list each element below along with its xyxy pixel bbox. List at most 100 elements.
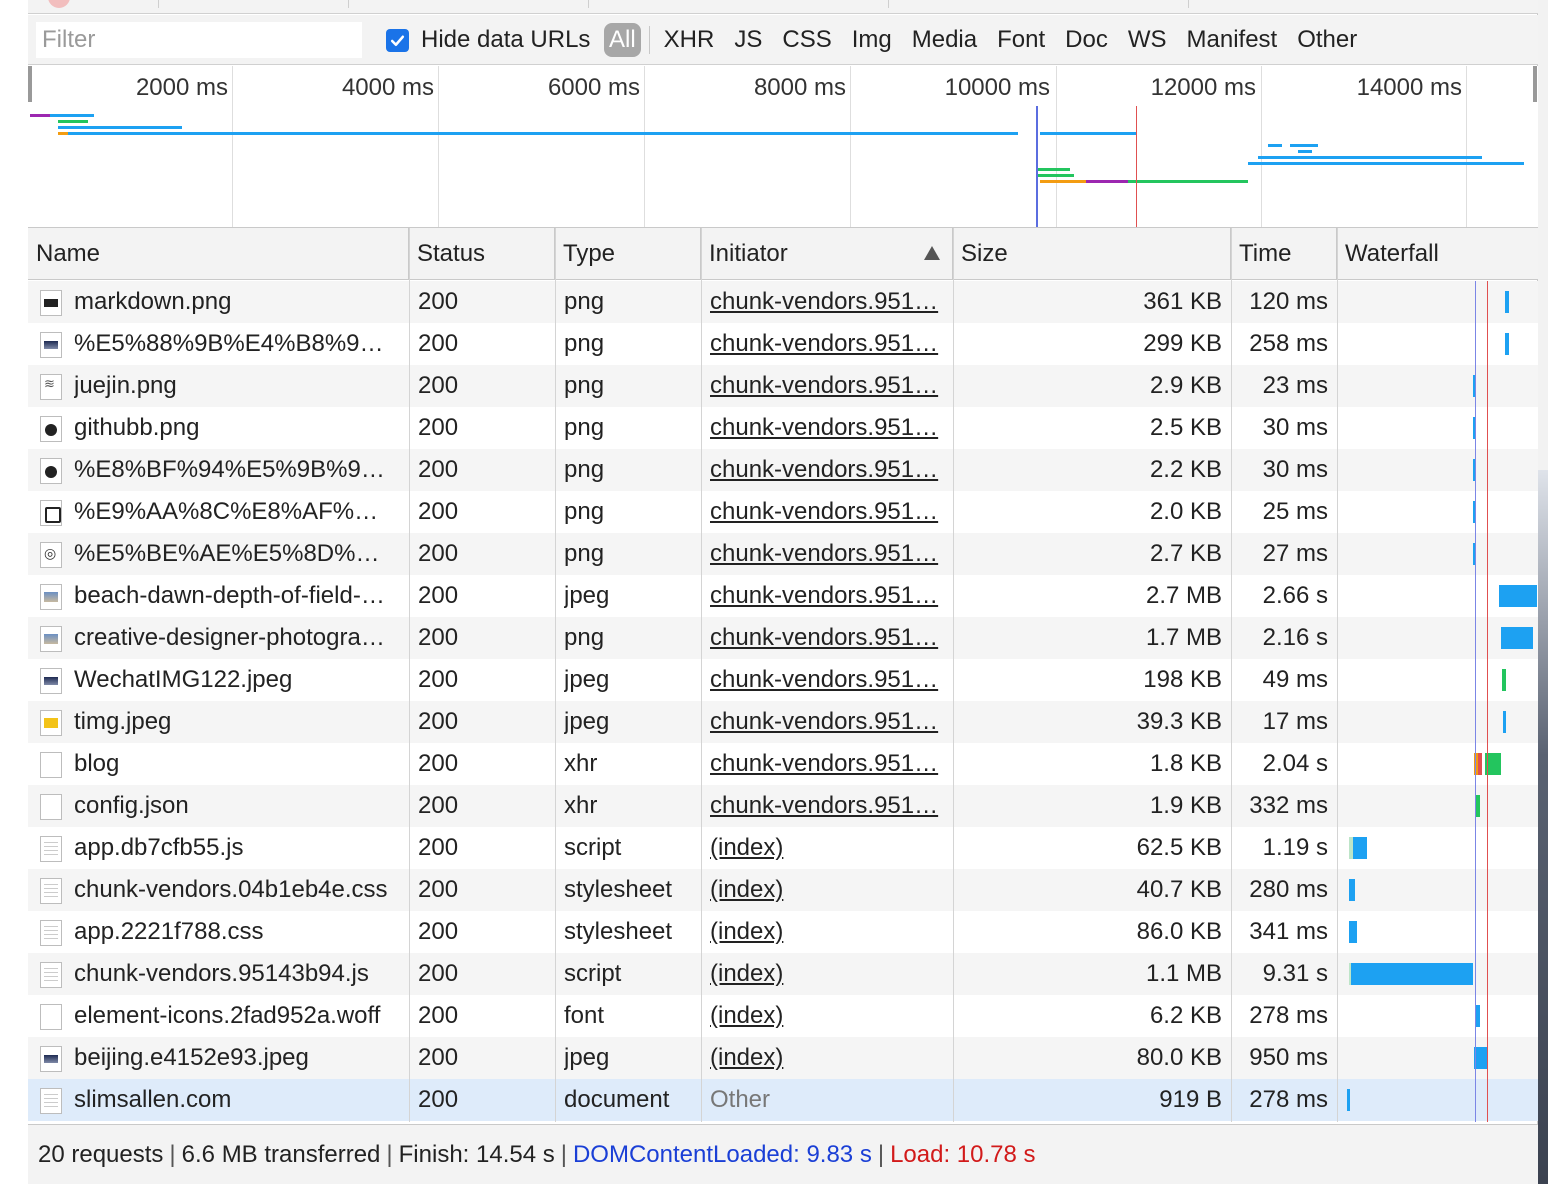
request-row[interactable]: app.db7cfb55.js 200 script (index) 62.5 KB 1.… bbox=[28, 827, 1538, 869]
request-row[interactable]: app.2221f788.css 200 stylesheet (index) 86.0… bbox=[28, 911, 1538, 953]
request-type: xhr bbox=[564, 750, 598, 777]
summary-finish: Finish: 14.54 s bbox=[398, 1141, 555, 1168]
request-initiator[interactable]: chunk-vendors.951… bbox=[710, 575, 942, 617]
request-initiator[interactable]: (index) bbox=[710, 1037, 942, 1079]
request-initiator[interactable]: (index) bbox=[710, 995, 942, 1037]
type-filter-font[interactable]: Font bbox=[987, 23, 1055, 57]
request-status: 200 bbox=[418, 582, 459, 609]
type-filter-js[interactable]: JS bbox=[724, 23, 772, 57]
request-initiator[interactable]: chunk-vendors.951… bbox=[710, 659, 942, 701]
request-name: blog bbox=[74, 750, 120, 777]
request-row[interactable]: blog 200 xhr chunk-vendors.951… 1.8 KB 2.04 s bbox=[28, 743, 1538, 785]
column-divider bbox=[1231, 228, 1232, 1122]
column-header-initiator[interactable]: Initiator bbox=[701, 228, 953, 280]
column-header-name[interactable]: Name bbox=[28, 228, 409, 280]
request-time: 2.04 s bbox=[1262, 750, 1328, 777]
column-header-waterfall[interactable]: Waterfall bbox=[1337, 228, 1538, 280]
request-row[interactable]: juejin.png 200 png chunk-vendors.951… 2.9 KB… bbox=[28, 365, 1538, 407]
request-status: 200 bbox=[418, 288, 459, 315]
request-initiator[interactable]: chunk-vendors.951… bbox=[710, 785, 942, 827]
request-initiator[interactable]: chunk-vendors.951… bbox=[710, 449, 942, 491]
request-name: element-icons.2fad952a.woff bbox=[74, 1002, 381, 1029]
request-row[interactable]: beijing.e4152e93.jpeg 200 jpeg (index) 80.0 … bbox=[28, 1037, 1538, 1079]
blank-file-icon bbox=[40, 752, 62, 778]
filter-bar: Hide data URLs All XHR JS CSS Img Media … bbox=[28, 15, 1538, 65]
column-header-time[interactable]: Time bbox=[1231, 228, 1337, 280]
type-filter-xhr[interactable]: XHR bbox=[654, 23, 725, 57]
desktop-background bbox=[1538, 470, 1548, 1184]
request-row[interactable]: element-icons.2fad952a.woff 200 font (index… bbox=[28, 995, 1538, 1037]
record-icon[interactable] bbox=[48, 0, 70, 8]
request-row[interactable]: beach-dawn-depth-of-field-… 200 jpeg chunk-… bbox=[28, 575, 1538, 617]
request-time: 25 ms bbox=[1262, 498, 1328, 525]
request-initiator[interactable]: (index) bbox=[710, 827, 942, 869]
overview-right-handle[interactable] bbox=[1533, 66, 1537, 102]
request-row[interactable]: chunk-vendors.04b1eb4e.css 200 stylesheet (… bbox=[28, 869, 1538, 911]
request-row[interactable]: %E9%AA%8C%E8%AF%… 200 png chunk-vendors.951… bbox=[28, 491, 1538, 533]
column-header-size[interactable]: Size bbox=[953, 228, 1231, 280]
request-size: 2.0 KB bbox=[1149, 498, 1222, 525]
request-row[interactable]: timg.jpeg 200 jpeg chunk-vendors.951… 39.3 K… bbox=[28, 701, 1538, 743]
overview-request-bar bbox=[1248, 162, 1524, 165]
type-filter-all[interactable]: All bbox=[604, 23, 641, 57]
request-row[interactable]: slimsallen.com 200 document Other 919 B 278 m… bbox=[28, 1079, 1538, 1121]
request-size: 2.5 KB bbox=[1149, 414, 1222, 441]
request-initiator[interactable]: (index) bbox=[710, 953, 942, 995]
waterfall-bar bbox=[1501, 627, 1533, 649]
request-row[interactable]: %E8%BF%94%E5%9B%9… 200 png chunk-vendors.95… bbox=[28, 449, 1538, 491]
request-initiator[interactable]: chunk-vendors.951… bbox=[710, 617, 942, 659]
request-name: %E8%BF%94%E5%9B%9… bbox=[74, 456, 385, 483]
request-status: 200 bbox=[418, 1002, 459, 1029]
summary-transferred: 6.6 MB transferred bbox=[181, 1141, 381, 1168]
hide-data-urls-label: Hide data URLs bbox=[421, 26, 591, 53]
overview-request-bar bbox=[1036, 174, 1074, 177]
hide-data-urls-toggle[interactable]: Hide data URLs bbox=[386, 24, 590, 56]
request-initiator[interactable]: chunk-vendors.951… bbox=[710, 491, 942, 533]
request-initiator[interactable]: chunk-vendors.951… bbox=[710, 407, 942, 449]
type-filter-img[interactable]: Img bbox=[842, 23, 902, 57]
request-initiator[interactable]: chunk-vendors.951… bbox=[710, 281, 942, 323]
request-row[interactable]: markdown.png 200 png chunk-vendors.951… 361 … bbox=[28, 281, 1538, 323]
request-row[interactable]: chunk-vendors.95143b94.js 200 script (index… bbox=[28, 953, 1538, 995]
request-initiator[interactable]: chunk-vendors.951… bbox=[710, 743, 942, 785]
request-status: 200 bbox=[418, 960, 459, 987]
overview-gridline bbox=[232, 66, 233, 227]
overview-dom-content-loaded-line bbox=[1036, 106, 1038, 227]
type-filter-css[interactable]: CSS bbox=[772, 23, 841, 57]
request-initiator: Other bbox=[710, 1086, 771, 1113]
overview-request-bar bbox=[58, 120, 88, 123]
request-status: 200 bbox=[418, 750, 459, 777]
overview-tick-label: 10000 ms bbox=[944, 74, 1050, 101]
network-overview[interactable]: 2000 ms 4000 ms 6000 ms 8000 ms 10000 ms… bbox=[28, 66, 1538, 228]
column-header-type[interactable]: Type bbox=[555, 228, 701, 280]
type-filter-doc[interactable]: Doc bbox=[1055, 23, 1118, 57]
document-file-icon bbox=[40, 962, 62, 988]
request-initiator[interactable]: chunk-vendors.951… bbox=[710, 365, 942, 407]
type-filter-media[interactable]: Media bbox=[902, 23, 987, 57]
request-initiator[interactable]: (index) bbox=[710, 911, 942, 953]
request-type: script bbox=[564, 960, 622, 987]
request-type: jpeg bbox=[564, 708, 610, 735]
request-row[interactable]: %E5%BE%AE%E5%8D%… 200 png chunk-vendors.951… bbox=[28, 533, 1538, 575]
request-name: chunk-vendors.04b1eb4e.css bbox=[74, 876, 388, 903]
request-row[interactable]: creative-designer-photogra… 200 png chunk-v… bbox=[28, 617, 1538, 659]
request-name: beach-dawn-depth-of-field-… bbox=[74, 582, 385, 609]
hide-data-urls-checkbox[interactable] bbox=[386, 28, 409, 52]
type-filter-other[interactable]: Other bbox=[1287, 23, 1367, 57]
type-filter-ws[interactable]: WS bbox=[1118, 23, 1177, 57]
request-name: markdown.png bbox=[74, 288, 232, 315]
request-row[interactable]: githubb.png 200 png chunk-vendors.951… 2.5 K… bbox=[28, 407, 1538, 449]
column-header-status[interactable]: Status bbox=[409, 228, 555, 280]
request-name: %E9%AA%8C%E8%AF%… bbox=[74, 498, 379, 525]
request-initiator[interactable]: chunk-vendors.951… bbox=[710, 323, 942, 365]
request-type: png bbox=[564, 288, 605, 315]
request-row[interactable]: WechatIMG122.jpeg 200 jpeg chunk-vendors.95… bbox=[28, 659, 1538, 701]
request-row[interactable]: %E5%88%9B%E4%B8%9… 200 png chunk-vendors.95… bbox=[28, 323, 1538, 365]
request-type: jpeg bbox=[564, 1044, 610, 1071]
type-filter-manifest[interactable]: Manifest bbox=[1177, 23, 1288, 57]
request-initiator[interactable]: chunk-vendors.951… bbox=[710, 701, 942, 743]
request-initiator[interactable]: chunk-vendors.951… bbox=[710, 533, 942, 575]
request-initiator[interactable]: (index) bbox=[710, 869, 942, 911]
request-row[interactable]: config.json 200 xhr chunk-vendors.951… 1.9 K… bbox=[28, 785, 1538, 827]
filter-input[interactable] bbox=[36, 22, 362, 58]
